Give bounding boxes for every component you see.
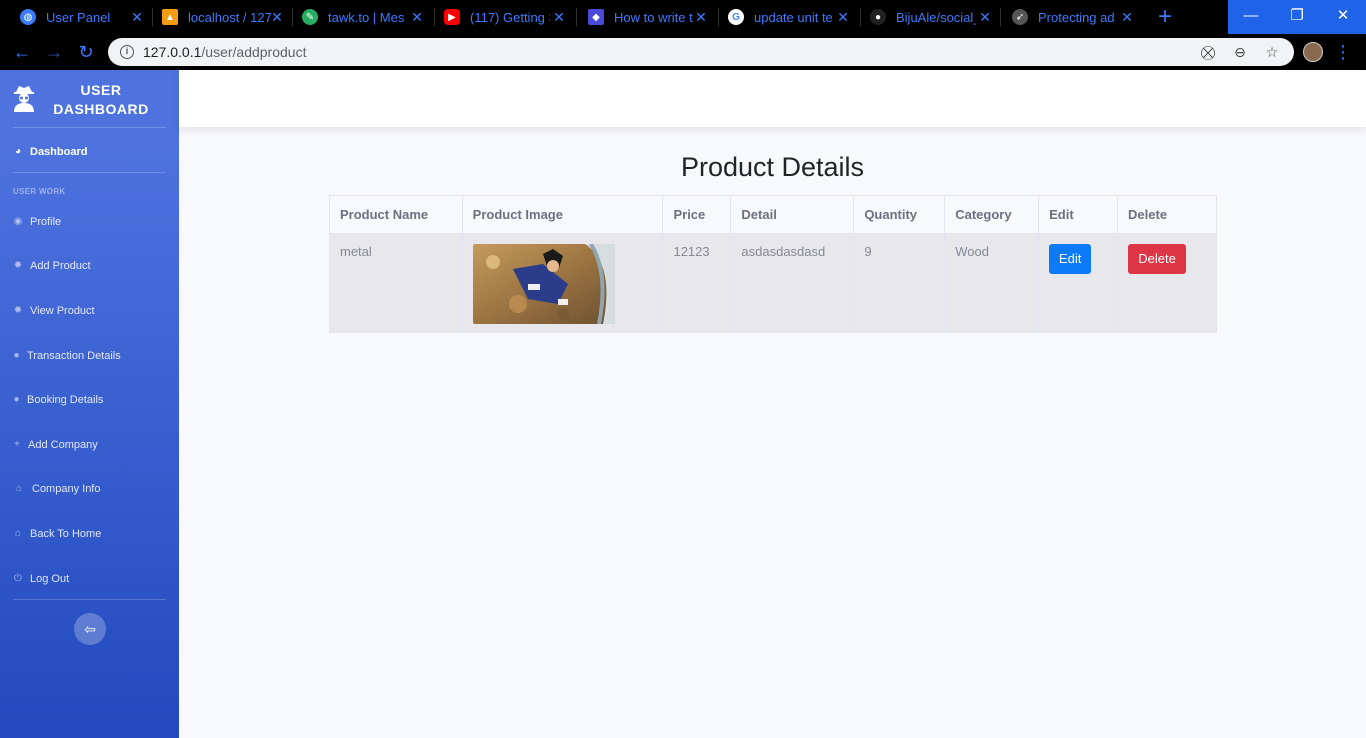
gear-icon: ✹ bbox=[13, 260, 23, 271]
sidebar-item-profile[interactable]: ◉ Profile bbox=[13, 211, 62, 233]
restore-icon[interactable]: ❐ bbox=[1274, 0, 1320, 34]
info-icon[interactable]: i bbox=[120, 45, 134, 59]
quantity-cell: 9 bbox=[853, 233, 946, 333]
sidebar-item-transaction-details[interactable]: ● Transaction Details bbox=[13, 345, 120, 367]
bank-icon: ⌂ bbox=[15, 483, 23, 494]
cookie-blocked-icon[interactable]: ⛒ bbox=[1199, 43, 1217, 61]
minimize-icon[interactable]: — bbox=[1228, 0, 1274, 34]
category-cell: Wood bbox=[944, 233, 1040, 333]
dashboard-icon: ◕ bbox=[14, 146, 22, 157]
sidebar-brand-text: USER DASHBOARD bbox=[53, 82, 149, 117]
product-table: Product Name Product Image Price Detail … bbox=[329, 195, 1217, 333]
new-tab-icon[interactable]: + bbox=[1154, 4, 1176, 30]
browser-tab-strip: ◍ User Panel ✕ ▲ localhost / 127 ✕ ✎ taw… bbox=[0, 0, 1366, 34]
topbar bbox=[179, 70, 1366, 127]
close-tab-icon[interactable]: ✕ bbox=[130, 9, 144, 25]
column-header: Product Image bbox=[461, 195, 664, 234]
edit-cell: Edit bbox=[1038, 233, 1119, 333]
sidebar-toggle-button[interactable]: ⇦ bbox=[74, 613, 106, 645]
user-icon: ● bbox=[13, 394, 20, 405]
page-title: Product Details bbox=[680, 152, 865, 182]
bookmark-icon: ◆ bbox=[588, 9, 604, 25]
browser-tab[interactable]: ◆ How to write t ✕ bbox=[588, 0, 712, 34]
sidebar-item-dashboard[interactable]: ◕ Dashboard bbox=[13, 141, 88, 163]
address-bar[interactable]: i 127.0.0.1/user/addproduct bbox=[108, 38, 1294, 66]
close-tab-icon[interactable]: ✕ bbox=[410, 9, 424, 25]
sidebar-item-back-to-home[interactable]: ⌂ Back To Home bbox=[13, 523, 101, 545]
edit-button[interactable]: Edit bbox=[1049, 244, 1092, 274]
sidebar-divider bbox=[13, 172, 166, 173]
sidebar-item-log-out[interactable]: ⏻ Log Out bbox=[13, 568, 69, 590]
browser-menu-icon[interactable]: ⋮ bbox=[1334, 40, 1352, 64]
feather-icon: ➶ bbox=[1012, 9, 1028, 25]
user-icon: ● bbox=[13, 350, 20, 361]
close-window-icon[interactable]: ✕ bbox=[1320, 0, 1366, 34]
close-tab-icon[interactable]: ✕ bbox=[836, 9, 850, 25]
sidebar-item-company-info[interactable]: ⌂ Company Info bbox=[13, 478, 101, 500]
close-tab-icon[interactable]: ✕ bbox=[552, 9, 566, 25]
column-header: Delete bbox=[1117, 195, 1217, 234]
product-image bbox=[472, 244, 615, 324]
price-cell: 12123 bbox=[662, 233, 732, 333]
reload-icon[interactable]: ↻ bbox=[74, 40, 98, 64]
tawk-icon: ✎ bbox=[302, 9, 318, 25]
gear-icon: ✹ bbox=[13, 305, 23, 316]
browser-tab[interactable]: ● BijuAle/social_ ✕ bbox=[870, 0, 996, 34]
close-tab-icon[interactable]: ✕ bbox=[270, 9, 284, 25]
sidebar-item-booking-details[interactable]: ● Booking Details bbox=[13, 389, 103, 411]
forward-icon[interactable]: → bbox=[42, 40, 66, 64]
youtube-icon: ▶ bbox=[444, 9, 460, 25]
column-header: Detail bbox=[730, 195, 855, 234]
sidebar-item-add-company[interactable]: + Add Company bbox=[13, 434, 98, 456]
browser-tab[interactable]: ✎ tawk.to | Mess ✕ bbox=[302, 0, 428, 34]
github-icon: ● bbox=[870, 9, 886, 25]
sidebar-heading: USER WORK bbox=[13, 187, 66, 196]
close-tab-icon[interactable]: ✕ bbox=[1120, 9, 1134, 25]
bookmark-star-icon[interactable]: ☆ bbox=[1263, 43, 1281, 61]
product-name-cell: metal bbox=[329, 233, 463, 333]
browser-tab[interactable]: ▶ (117) Getting S ✕ bbox=[444, 0, 570, 34]
phpmyadmin-icon: ▲ bbox=[162, 9, 178, 25]
power-icon: ⏻ bbox=[14, 573, 22, 584]
globe-icon: ◍ bbox=[20, 9, 36, 25]
sidebar-item-view-product[interactable]: ✹ View Product bbox=[13, 300, 95, 322]
column-header: Category bbox=[944, 195, 1040, 234]
detail-cell: asdasdasdasd bbox=[730, 233, 855, 333]
browser-tab[interactable]: G update unit te ✕ bbox=[728, 0, 854, 34]
zoom-icon[interactable]: ⊖ bbox=[1231, 43, 1249, 61]
browser-tab[interactable]: ➶ Protecting adm ✕ bbox=[1012, 0, 1138, 34]
close-tab-icon[interactable]: ✕ bbox=[694, 9, 708, 25]
delete-button[interactable]: Delete bbox=[1128, 244, 1187, 274]
column-header: Edit bbox=[1038, 195, 1119, 234]
sidebar-divider bbox=[13, 127, 166, 128]
column-header: Price bbox=[662, 195, 732, 234]
user-circle-icon: ◉ bbox=[13, 216, 23, 227]
table-row: metal 12123 asdasdasdasd 9 Wood Edit Del… bbox=[329, 233, 1217, 333]
sidebar: USER DASHBOARD ◕ Dashboard USER WORK ◉ P… bbox=[0, 70, 179, 738]
column-header: Product Name bbox=[329, 195, 463, 234]
address-url: 127.0.0.1/user/addproduct bbox=[143, 44, 307, 60]
user-secret-icon bbox=[14, 86, 34, 112]
google-icon: G bbox=[728, 9, 744, 25]
sidebar-brand[interactable]: USER DASHBOARD bbox=[0, 70, 179, 127]
product-image-cell bbox=[461, 233, 664, 333]
delete-cell: Delete bbox=[1117, 233, 1217, 333]
table-header-row: Product Name Product Image Price Detail … bbox=[329, 195, 1217, 234]
profile-avatar[interactable] bbox=[1303, 42, 1323, 62]
sidebar-item-add-product[interactable]: ✹ Add Product bbox=[13, 255, 91, 277]
browser-tab[interactable]: ◍ User Panel ✕ bbox=[20, 0, 148, 34]
close-tab-icon[interactable]: ✕ bbox=[978, 9, 992, 25]
back-icon[interactable]: ← bbox=[10, 40, 34, 64]
arrow-left-icon: ⇦ bbox=[84, 621, 96, 637]
sidebar-divider bbox=[13, 599, 166, 600]
column-header: Quantity bbox=[853, 195, 946, 234]
home-icon: ⌂ bbox=[14, 528, 22, 539]
plus-icon: + bbox=[14, 439, 20, 450]
browser-tab[interactable]: ▲ localhost / 127 ✕ bbox=[162, 0, 288, 34]
